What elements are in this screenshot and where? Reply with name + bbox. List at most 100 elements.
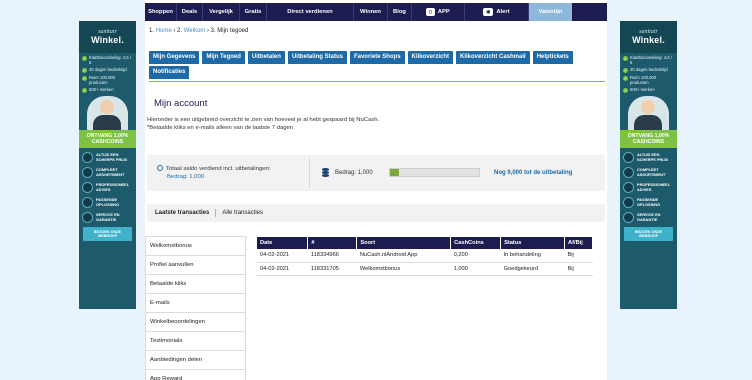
banner-feature: ALTIJD EEN SCHERPE PRIJS bbox=[82, 152, 133, 164]
check-icon: ✓ bbox=[623, 88, 628, 94]
menu-item-app-reward[interactable]: App Reward bbox=[145, 369, 246, 380]
col-date: Date bbox=[257, 237, 309, 249]
tag-icon bbox=[82, 152, 93, 164]
col-af-bij: Af/Bij bbox=[564, 237, 594, 249]
tab-klikoverzicht-cashmail[interactable]: Klikoverzicht Cashmail bbox=[456, 51, 530, 64]
banner-check-item: ✓ 500+ merken bbox=[82, 87, 114, 94]
box-icon bbox=[623, 167, 634, 179]
summary-divider bbox=[309, 158, 310, 188]
tab-uitbetalen[interactable]: Uitbetalen bbox=[247, 51, 285, 64]
nav-gratis[interactable]: Gratis bbox=[240, 3, 267, 21]
nav-shoppen[interactable]: Shoppen bbox=[145, 3, 177, 21]
tab-klikoverzicht[interactable]: Klikoverzicht bbox=[407, 51, 453, 64]
tab-notificaties[interactable]: Notificaties bbox=[149, 66, 190, 79]
banner-logo-text: Winkel. bbox=[91, 35, 124, 45]
table-row: 04-02-2021 118331705 Welkomstbonus 1,000… bbox=[257, 262, 593, 276]
menu-item-aanbiedingen-delen[interactable]: Aanbiedingen delen bbox=[145, 350, 246, 369]
tab-mijn-tegoed[interactable]: Mijn Tegoed bbox=[202, 51, 245, 64]
breadcrumb-welkom[interactable]: Welkom bbox=[184, 28, 206, 34]
earnings-menu: Welkomstbonus Profiel aanvullen Betaalde… bbox=[145, 236, 246, 380]
banner-feature: PROFESSIONEEL ADVIES bbox=[623, 182, 674, 194]
tools-icon bbox=[623, 197, 634, 209]
menu-item-testimonials[interactable]: Testimonials bbox=[145, 331, 246, 350]
check-icon: ✓ bbox=[623, 76, 628, 82]
banner-feature: ALTIJD EEN SCHERPE PRIJS bbox=[623, 152, 674, 164]
check-icon: ✓ bbox=[623, 68, 628, 74]
person-icon bbox=[82, 182, 93, 194]
ad-banner-right[interactable]: sanitair Winkel. ✓ Klantbeoordeling: 4,6 … bbox=[620, 21, 677, 309]
tab-favoriete-shops[interactable]: Favoriete Shops bbox=[349, 51, 405, 64]
col-soort: Soort bbox=[356, 237, 452, 249]
check-icon: ✓ bbox=[623, 56, 628, 61]
tools-icon bbox=[82, 197, 93, 209]
account-tabs: Mijn Gegevens Mijn Tegoed Uitbetalen Uitbet… bbox=[149, 51, 603, 81]
banner-person-image bbox=[87, 96, 128, 131]
banner-feature: PASSENDE OPLOSSING bbox=[623, 197, 674, 209]
check-icon: ✓ bbox=[82, 76, 87, 82]
breadcrumb-current: 3. Mijn tegoed bbox=[210, 28, 249, 34]
menu-item-emails[interactable]: E-mails bbox=[145, 293, 246, 312]
menu-item-winkelbeoordelingen[interactable]: Winkelbeoordelingen bbox=[145, 312, 246, 331]
banner-feature: SERVICE EN GARANTIE bbox=[623, 212, 674, 224]
remaining-to-payout: Nog 9,000 tot de uitbetaling bbox=[494, 170, 573, 176]
table-row: 04-02-2021 118334966 NuCash.nlAndroid Ap… bbox=[257, 249, 593, 263]
banner-person-image bbox=[628, 96, 669, 131]
breadcrumb: 1. Home › 2. Welkom › 3. Mijn tegoed bbox=[149, 28, 249, 34]
total-balance: Totaal saldo verdiend incl. uitbetalinge… bbox=[157, 165, 270, 180]
nav-valentijn[interactable]: Valentijn bbox=[529, 3, 572, 21]
transactions-table: Date # Soort CashCoins Status Af/Bij 04-… bbox=[257, 237, 594, 276]
balance-summary: Totaal saldo verdiend incl. uitbetalinge… bbox=[147, 155, 605, 191]
nav-winnen[interactable]: Winnen bbox=[354, 3, 388, 21]
subtab-latest[interactable]: Laatste transacties bbox=[155, 210, 209, 216]
menu-item-welkomstbonus[interactable]: Welkomstbonus bbox=[145, 236, 246, 255]
shield-icon bbox=[82, 212, 93, 224]
banner-check-item: ✓ 30 dagen bedenktijd bbox=[82, 67, 127, 74]
menu-item-profiel-aanvullen[interactable]: Profiel aanvullen bbox=[145, 255, 246, 274]
page-title: Mijn account bbox=[154, 98, 208, 109]
person-icon bbox=[623, 182, 634, 194]
coins-icon bbox=[322, 168, 329, 177]
banner-check-item: ✓ 500+ merken bbox=[623, 87, 655, 94]
banner-logo: sanitair Winkel. bbox=[620, 21, 677, 53]
phone-icon: ▯ bbox=[426, 8, 435, 16]
nav-alert-button[interactable]: ◉ Alert bbox=[465, 3, 529, 21]
banner-check-item: ✓ Ruim 100.000 producten bbox=[82, 75, 116, 85]
tab-mijn-gegevens[interactable]: Mijn Gegevens bbox=[149, 51, 200, 64]
subtab-separator bbox=[215, 209, 217, 217]
check-icon: ✓ bbox=[82, 68, 87, 74]
total-amount: Bedrag: 1,000 bbox=[167, 174, 205, 180]
col-status: Status bbox=[500, 237, 565, 249]
banner-logo-text: Winkel. bbox=[632, 35, 665, 45]
clock-icon bbox=[157, 165, 163, 171]
payout-progress-bar bbox=[389, 168, 480, 177]
top-navigation: Shoppen Deals Vergelijk Gratis Direct ve… bbox=[145, 3, 607, 21]
banner-cashcoins: ONTVANG 1,00% CASHCOINS bbox=[620, 130, 677, 149]
banner-check-item: ✓ Ruim 100.000 producten bbox=[623, 75, 657, 85]
tab-helptickets[interactable]: Helptickets bbox=[532, 51, 573, 64]
nav-blog[interactable]: Blog bbox=[388, 3, 412, 21]
banner-webshop-button[interactable]: BEZOEK ONZE WEBSHOP bbox=[624, 227, 673, 242]
alert-icon: ◉ bbox=[483, 8, 494, 16]
ad-banner-left[interactable]: sanitair Winkel. ✓ Klantbeoordeling: 4,6 … bbox=[79, 21, 136, 309]
banner-check-item: ✓ Klantbeoordeling: 4,6 / 5 bbox=[82, 55, 131, 65]
nav-deals[interactable]: Deals bbox=[177, 3, 203, 21]
nav-vergelijk[interactable]: Vergelijk bbox=[203, 3, 240, 21]
main-content: Shoppen Deals Vergelijk Gratis Direct ve… bbox=[145, 0, 607, 380]
payout-progress-fill bbox=[390, 169, 399, 176]
col-cashcoins: CashCoins bbox=[450, 237, 502, 249]
tabs-divider bbox=[149, 81, 605, 82]
menu-item-betaalde-kliks[interactable]: Betaalde kliks bbox=[145, 274, 246, 293]
subtab-all[interactable]: Alle transacties bbox=[222, 210, 263, 216]
nav-app-button[interactable]: ▯ APP bbox=[412, 3, 465, 21]
col-number: # bbox=[307, 237, 358, 249]
table-header-row: Date # Soort CashCoins Status Af/Bij bbox=[257, 237, 594, 249]
nav-direct-verdienen[interactable]: Direct verdienen bbox=[267, 3, 354, 21]
tag-icon bbox=[623, 152, 634, 164]
banner-webshop-button[interactable]: BEZOEK ONZE WEBSHOP bbox=[83, 227, 132, 242]
page-intro: Hieronder is een uitgebreid overzicht te… bbox=[147, 117, 380, 132]
banner-logo: sanitair Winkel. bbox=[79, 21, 136, 53]
breadcrumb-home[interactable]: Home bbox=[156, 28, 172, 34]
banner-check-item: ✓ 30 dagen bedenktijd bbox=[623, 67, 668, 74]
tab-uitbetaling-status[interactable]: Uitbetaling Status bbox=[287, 51, 347, 64]
check-icon: ✓ bbox=[82, 88, 87, 94]
